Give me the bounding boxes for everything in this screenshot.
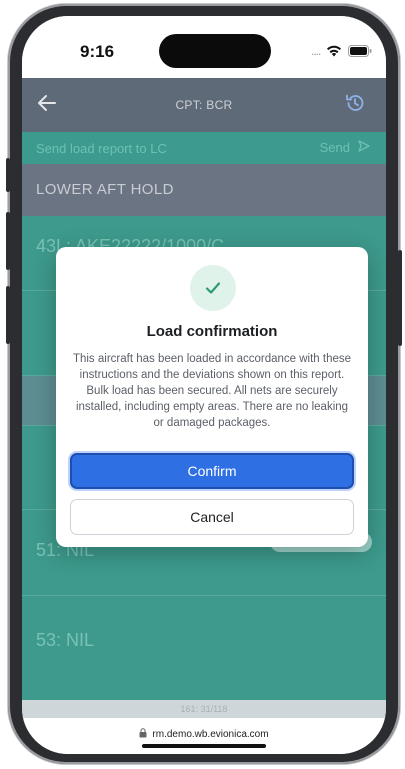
cancel-button[interactable]: Cancel <box>70 499 354 535</box>
success-check-icon <box>190 265 236 311</box>
confirm-button[interactable]: Confirm <box>70 453 354 489</box>
power-button <box>398 250 402 346</box>
volume-up-button <box>6 212 10 270</box>
mute-switch <box>6 158 10 192</box>
phone-screen: 9:16 .... CPT: BCR Send load report to L… <box>22 16 386 754</box>
home-indicator <box>142 744 266 748</box>
dialog-message: This aircraft has been loaded in accorda… <box>72 353 352 429</box>
dialog-title: Load confirmation <box>146 323 278 340</box>
modal-overlay: Load confirmation This aircraft has been… <box>22 16 386 754</box>
load-confirmation-dialog: Load confirmation This aircraft has been… <box>56 247 368 547</box>
volume-down-button <box>6 286 10 344</box>
